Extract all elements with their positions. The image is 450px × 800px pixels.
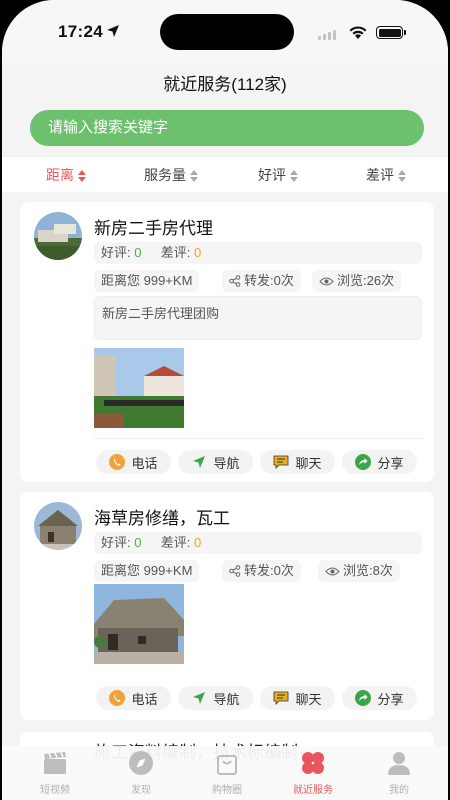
sort-arrows-icon [78, 169, 86, 182]
views-badge: 浏览:26次 [312, 270, 402, 292]
sort-arrows-icon [190, 169, 198, 182]
phone-frame: 17:24 就近服务(112家) 请输入搜索关键字 距离 服务量 好评 差评 新… [0, 0, 450, 800]
avatar [34, 212, 82, 260]
share-button[interactable]: 分享 [342, 450, 417, 474]
rating-row: 好评: 0 差评: 0 [94, 242, 422, 264]
distance-badge: 距离您 999+KM [94, 560, 200, 582]
location-arrow-icon [107, 25, 119, 37]
chat-label: 聊天 [295, 691, 322, 707]
good-label: 好评: [101, 245, 131, 260]
call-button[interactable]: 电话 [96, 450, 171, 474]
dynamic-island [160, 14, 294, 50]
shopping-bag-icon [217, 755, 237, 775]
tab-nearby-services[interactable]: 就近服务 [278, 750, 348, 796]
tab-discover[interactable]: 发现 [106, 750, 176, 796]
tab-label: 发现 [131, 785, 151, 796]
navigation-arrow-icon [193, 456, 206, 468]
call-label: 电话 [131, 455, 158, 471]
battery-icon [376, 26, 406, 39]
person-icon [388, 752, 410, 775]
service-title: 海草房修缮，瓦工 [94, 509, 230, 528]
service-description: 新房二手房代理团购 [94, 296, 422, 340]
bad-label: 差评: [160, 535, 191, 550]
navigate-button[interactable]: 导航 [178, 450, 253, 474]
signal-icon [318, 30, 336, 40]
share-arrow-icon [355, 454, 372, 470]
service-card[interactable]: 海草房修缮，瓦工 好评: 0 差评: 0 距离您 999+KM 转发:0次 浏览… [20, 492, 434, 720]
search-input[interactable]: 请输入搜索关键字 [30, 110, 424, 146]
navigate-label: 导航 [213, 455, 240, 471]
sort-label: 差评 [366, 167, 394, 183]
status-bar: 17:24 [2, 0, 448, 64]
tab-bar: 短视频 发现 购物圈 就近服务 我的 [2, 746, 448, 800]
call-button[interactable]: 电话 [96, 686, 171, 710]
chat-bubble-icon [274, 691, 289, 705]
status-time: 17:24 [58, 22, 103, 41]
tab-label: 购物圈 [212, 785, 242, 796]
sort-arrows-icon [290, 169, 298, 182]
compass-icon [129, 751, 153, 775]
page-title: 就近服务(112家) [163, 75, 287, 94]
distance-badge: 距离您 999+KM [94, 270, 200, 292]
chat-bubble-icon [274, 455, 289, 469]
shares-text: 转发:0次 [244, 273, 294, 288]
navigate-label: 导航 [213, 691, 240, 707]
wifi-icon [349, 26, 367, 39]
eye-icon [325, 567, 340, 575]
share-arrow-icon [355, 690, 372, 706]
sort-service-count[interactable]: 服务量 [144, 157, 198, 193]
good-count: 0 [134, 535, 142, 550]
tab-shopping-circle[interactable]: 购物圈 [192, 750, 262, 796]
good-count: 0 [134, 245, 142, 260]
share-button[interactable]: 分享 [342, 686, 417, 710]
tab-label: 我的 [389, 785, 409, 796]
sort-good-reviews[interactable]: 好评 [258, 157, 298, 193]
tab-label: 短视频 [40, 785, 70, 796]
avatar [34, 502, 82, 550]
sort-label: 距离 [46, 167, 74, 183]
chat-button[interactable]: 聊天 [260, 686, 335, 710]
phone-icon [109, 690, 126, 706]
service-title: 新房二手房代理 [94, 219, 213, 238]
call-label: 电话 [131, 691, 158, 707]
sort-distance[interactable]: 距离 [46, 157, 86, 193]
navigation-arrow-icon [193, 692, 206, 704]
bad-count: 0 [193, 535, 202, 550]
views-text: 浏览:26次 [337, 273, 395, 288]
sort-arrows-icon [398, 169, 406, 182]
chat-button[interactable]: 聊天 [260, 450, 335, 474]
app-screen: 17:24 就近服务(112家) 请输入搜索关键字 距离 服务量 好评 差评 新… [2, 0, 448, 800]
share-nodes-icon [229, 565, 241, 577]
tab-label: 就近服务 [293, 785, 333, 796]
service-photo[interactable] [94, 348, 184, 428]
service-card[interactable]: 新房二手房代理 好评: 0 差评: 0 距离您 999+KM 转发:0次 浏览:… [20, 202, 434, 482]
share-label: 分享 [377, 455, 404, 471]
clapperboard-icon [44, 752, 66, 774]
shares-badge: 转发:0次 [222, 560, 301, 582]
views-text: 浏览:8次 [343, 563, 393, 578]
chat-label: 聊天 [295, 455, 322, 471]
sort-label: 服务量 [144, 167, 186, 183]
bad-count: 0 [193, 245, 202, 260]
views-badge: 浏览:8次 [318, 560, 400, 582]
sort-bad-reviews[interactable]: 差评 [366, 157, 406, 193]
tab-short-video[interactable]: 短视频 [20, 750, 90, 796]
sort-bar: 距离 服务量 好评 差评 [2, 156, 448, 192]
share-label: 分享 [377, 691, 404, 707]
rating-row: 好评: 0 差评: 0 [94, 532, 422, 554]
divider [94, 438, 424, 439]
phone-icon [109, 454, 126, 470]
service-photo[interactable] [94, 584, 184, 664]
navigate-button[interactable]: 导航 [178, 686, 253, 710]
shares-badge: 转发:0次 [222, 270, 301, 292]
sort-label: 好评 [258, 167, 286, 183]
eye-icon [319, 277, 334, 285]
clover-icon [302, 752, 324, 774]
bad-label: 差评: [160, 245, 191, 260]
tab-mine[interactable]: 我的 [364, 750, 434, 796]
good-label: 好评: [101, 535, 131, 550]
share-nodes-icon [229, 275, 241, 287]
shares-text: 转发:0次 [244, 563, 294, 578]
